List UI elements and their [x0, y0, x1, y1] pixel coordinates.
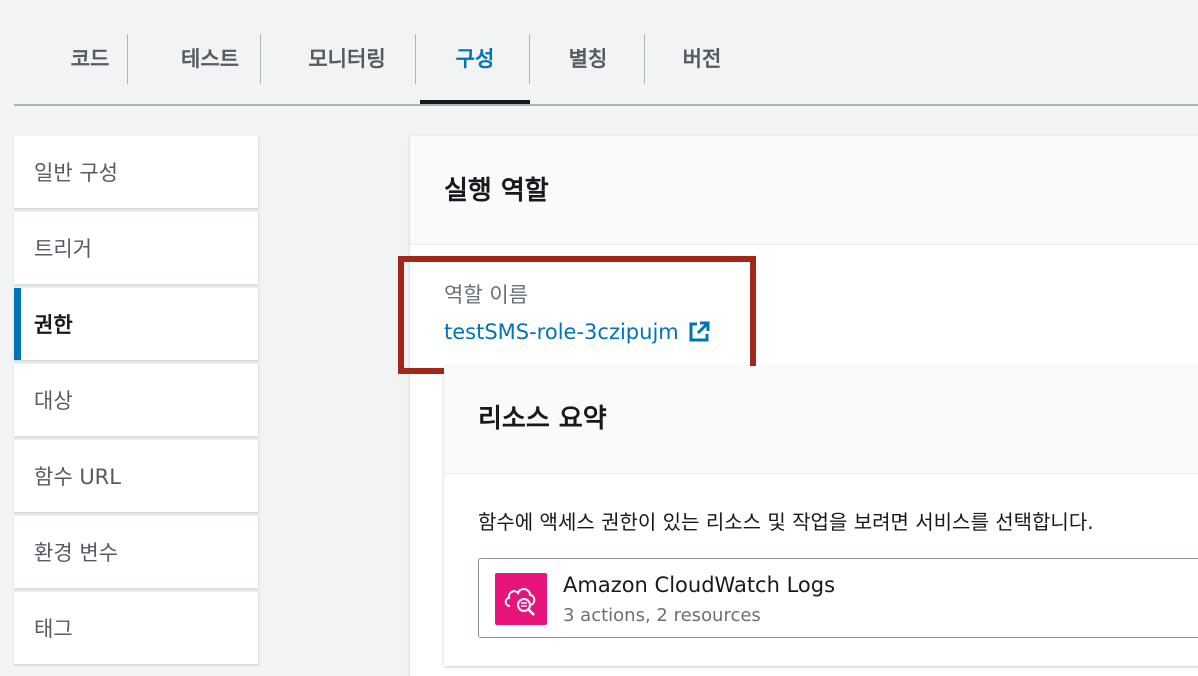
sidenav-item-function-url[interactable]: 함수 URL — [14, 440, 258, 512]
sidenav-item-label: 환경 변수 — [34, 541, 118, 565]
execution-role-header: 실행 역할 — [410, 136, 1198, 245]
sidenav-item-environment-variables[interactable]: 환경 변수 — [14, 516, 258, 588]
tab-aliases[interactable]: 별칭 — [534, 34, 642, 82]
highlight-annotation-box — [398, 256, 756, 374]
tab-configuration[interactable]: 구성 — [420, 34, 530, 82]
sidenav-item-label: 트리거 — [34, 237, 92, 261]
resource-summary-card: 리소스 요약 함수에 액세스 권한이 있는 리소스 및 작업을 보려면 서비스를… — [444, 366, 1198, 666]
tab-divider — [415, 34, 416, 84]
tab-divider — [127, 34, 128, 84]
sidenav-item-label: 태그 — [34, 617, 73, 641]
sidenav-item-label: 함수 URL — [34, 465, 121, 489]
tab-code[interactable]: 코드 — [34, 34, 146, 82]
tab-divider — [529, 34, 530, 84]
tab-test[interactable]: 테스트 — [146, 34, 274, 82]
resource-summary-header: 리소스 요약 — [444, 366, 1198, 474]
sidenav-item-label: 일반 구성 — [34, 161, 118, 185]
sidenav-item-permissions[interactable]: 권한 — [14, 288, 258, 360]
service-card-cloudwatch-logs[interactable]: Amazon CloudWatch Logs 3 actions, 2 reso… — [478, 558, 1198, 638]
tab-versions[interactable]: 버전 — [648, 34, 756, 82]
tab-bar: 코드 테스트 모니터링 구성 별칭 버전 — [14, 0, 1198, 106]
sidenav-item-destinations[interactable]: 대상 — [14, 364, 258, 436]
execution-role-title: 실행 역할 — [444, 176, 549, 206]
sidenav-item-label: 대상 — [34, 389, 73, 413]
configuration-sidenav: 일반 구성 트리거 권한 대상 함수 URL 환경 변수 태그 — [14, 136, 260, 666]
tab-divider — [644, 34, 645, 84]
active-tab-indicator — [420, 100, 530, 104]
sidenav-item-triggers[interactable]: 트리거 — [14, 212, 258, 284]
tab-divider — [260, 34, 261, 84]
service-name: Amazon CloudWatch Logs — [563, 573, 836, 597]
cloudwatch-logs-icon — [495, 573, 547, 625]
tab-monitoring[interactable]: 모니터링 — [277, 34, 417, 82]
service-detail: 3 actions, 2 resources — [563, 605, 761, 626]
sidenav-item-label: 권한 — [34, 313, 73, 337]
sidenav-item-tags[interactable]: 태그 — [14, 592, 258, 664]
resource-summary-description: 함수에 액세스 권한이 있는 리소스 및 작업을 보려면 서비스를 선택합니다. — [478, 510, 1094, 534]
sidenav-item-general-configuration[interactable]: 일반 구성 — [14, 136, 258, 208]
resource-summary-title: 리소스 요약 — [478, 404, 607, 434]
